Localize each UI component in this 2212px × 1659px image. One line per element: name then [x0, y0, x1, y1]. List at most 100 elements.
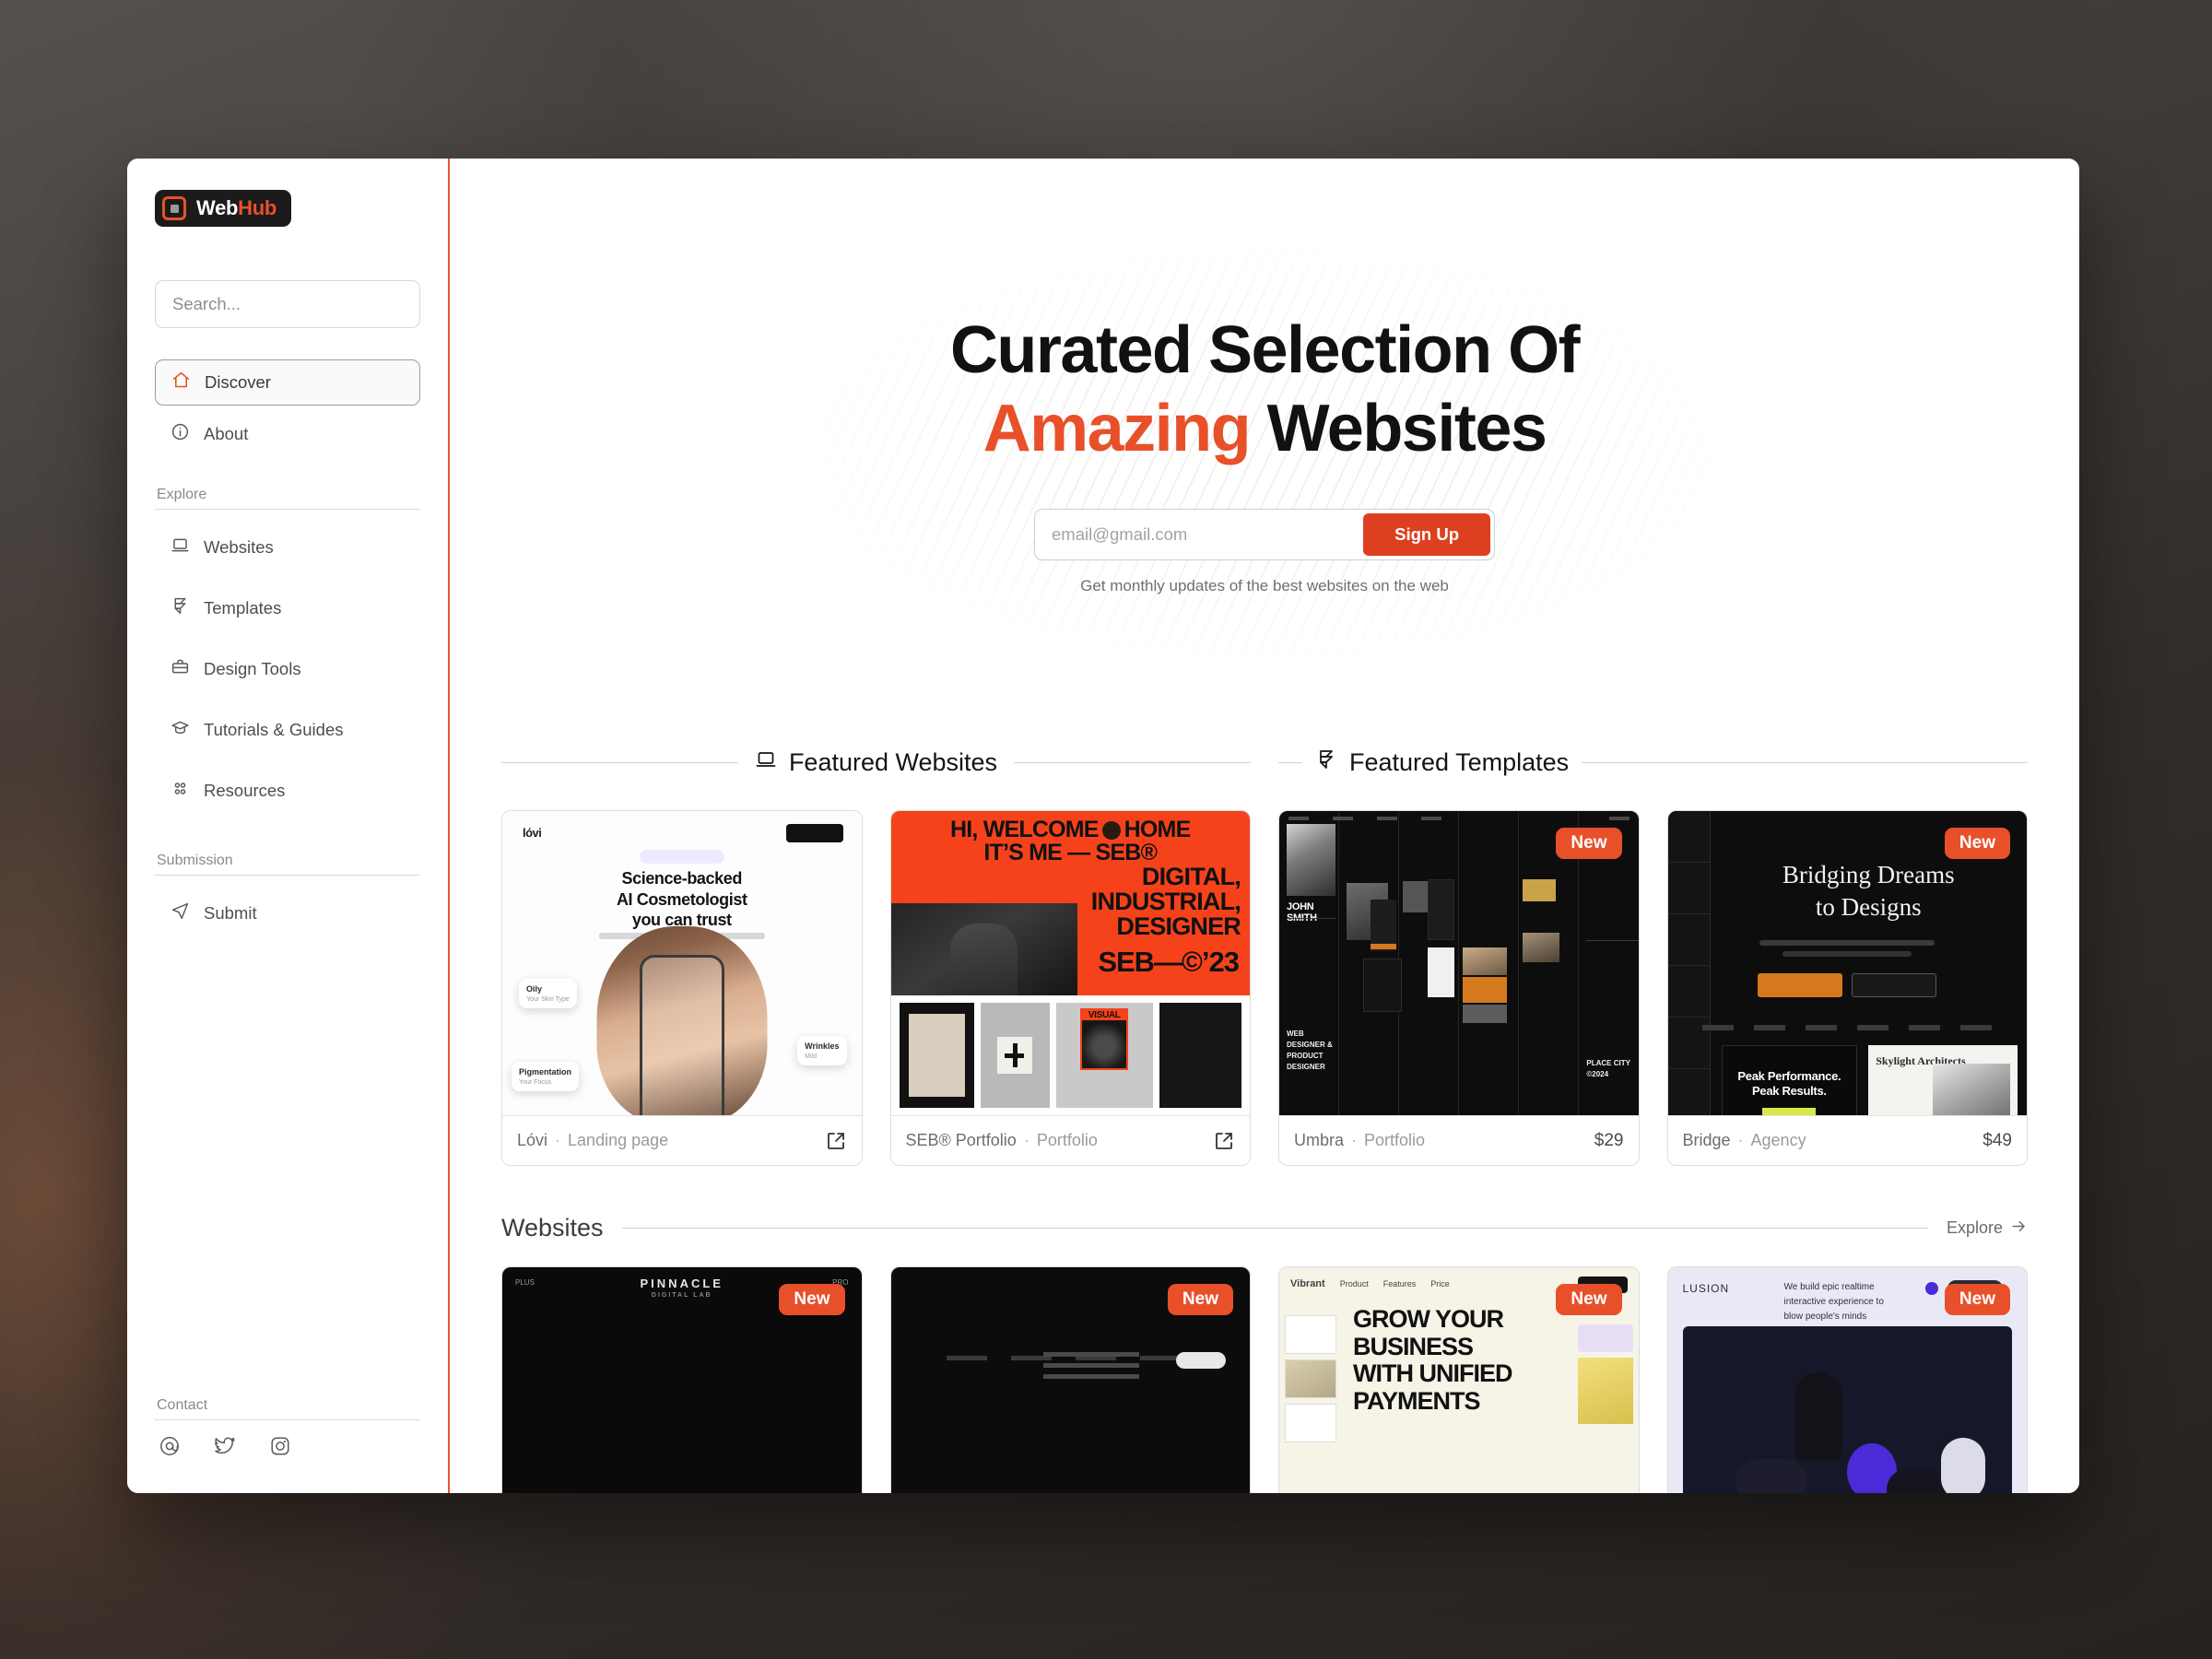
preview-line: IT’S ME — SEB®	[983, 840, 1158, 865]
framer-icon	[171, 596, 190, 620]
sidebar-group-label-explore: Explore	[157, 487, 207, 502]
preview-3d-stage	[1682, 1326, 2012, 1493]
divider	[1014, 762, 1251, 763]
newsletter-note: Get monthly updates of the best websites…	[1080, 576, 1449, 594]
preview-logo-strip	[1702, 1025, 1993, 1030]
laptop-icon	[171, 535, 190, 559]
sidebar-item-label: Tutorials & Guides	[204, 720, 344, 739]
card-title: Umbra	[1294, 1131, 1345, 1149]
website-card-seb-portfolio[interactable]: HI, WELCOME HOME IT’S ME — SEB® DIGITAL, I…	[889, 810, 1251, 1166]
preview-pill	[639, 850, 724, 864]
status-badge: New	[1167, 1284, 1233, 1315]
preview-poster-label: VISUAL	[1082, 1010, 1127, 1020]
preview-tile: VISUAL	[1055, 1003, 1153, 1108]
email-at-icon[interactable]	[159, 1435, 181, 1462]
preview-dot	[1925, 1282, 1938, 1295]
signup-button[interactable]: Sign Up	[1363, 512, 1490, 556]
card-price: $29	[1594, 1130, 1624, 1150]
preview-nav: Vibrant Product Features Price	[1290, 1278, 1450, 1289]
card-title: SEB® Portfolio	[905, 1131, 1017, 1149]
card-separator: ·	[1737, 1131, 1744, 1149]
external-link-icon[interactable]	[1213, 1130, 1235, 1152]
sidebar-item-resources[interactable]: Resources	[155, 768, 420, 814]
preview-brand: LUSION	[1682, 1282, 1730, 1295]
website-card-pinnacle[interactable]: PLUS PRO PINNACLEDIGITAL LAB STREAMLINED…	[501, 1266, 863, 1493]
preview-portrait	[1287, 824, 1335, 896]
sidebar-item-label: Discover	[205, 372, 271, 392]
preview-person-name: JOHN SMITH	[1287, 901, 1317, 924]
search-placeholder-text: Search...	[172, 294, 241, 313]
website-card-lovi[interactable]: lóvi Science-backed AI Cosmetologist you c…	[501, 810, 863, 1166]
logo-square-icon	[162, 196, 186, 220]
grid-dots-icon	[171, 779, 190, 803]
card-category: Agency	[1750, 1131, 1806, 1149]
divider	[155, 875, 420, 876]
preview-portrait	[890, 903, 1078, 995]
featured-websites-header: Featured Websites	[501, 748, 1251, 777]
card-separator: ·	[555, 1131, 561, 1149]
sidebar-item-submit[interactable]: Submit	[155, 890, 420, 936]
website-card-lusion[interactable]: LUSION We build epic realtime interactive…	[1666, 1266, 2028, 1493]
instagram-icon[interactable]	[269, 1435, 291, 1462]
template-card-bridge[interactable]: Bridging Dreams to Designs Peak Performan…	[1666, 810, 2028, 1166]
preview-subtext	[1783, 951, 1912, 957]
website-card-multi-discipline[interactable]: MULTI DISCIPLIN New	[889, 1266, 1251, 1493]
featured-cards-row: lóvi Science-backed AI Cosmetologist you c…	[450, 777, 2079, 1166]
website-card-vibrant[interactable]: Vibrant Product Features Price GROW YOUR BUS…	[1278, 1266, 1640, 1493]
sidebar-item-label: Websites	[204, 537, 274, 557]
card-preview: PLUS PRO PINNACLEDIGITAL LAB STREAMLINED…	[502, 1267, 862, 1493]
preview-headline: GROW YOUR BUSINESS WITH UNIFIED PAYMENTS	[1353, 1305, 1512, 1416]
template-card-umbra[interactable]: JOHN SMITH WEB DESIGNER & PRODUCT DESIGNE…	[1278, 810, 1640, 1166]
card-preview: HI, WELCOME HOME IT’S ME — SEB® DIGITAL, I…	[890, 811, 1251, 1115]
sidebar-item-label: Resources	[204, 781, 286, 800]
preview-tile	[981, 1003, 1050, 1108]
sidebar: WebHub Search... Discover About Explore	[127, 159, 450, 1493]
explore-link[interactable]: Explore	[1947, 1218, 2028, 1240]
card-preview: Vibrant Product Features Price GROW YOUR BUS…	[1279, 1267, 1639, 1493]
external-link-icon[interactable]	[825, 1130, 847, 1152]
sidebar-group-label-submission: Submission	[157, 853, 233, 868]
sidebar-item-tutorials-guides[interactable]: Tutorials & Guides	[155, 707, 420, 753]
main-content: Curated Selection Of Amazing Websites Si…	[450, 159, 2079, 1493]
sidebar-item-label: Design Tools	[204, 659, 301, 678]
email-field[interactable]	[1039, 512, 1364, 556]
card-footer: Bridge · Agency $49	[1667, 1115, 2027, 1165]
twitter-icon[interactable]	[214, 1435, 236, 1462]
sidebar-item-about[interactable]: About	[155, 411, 420, 457]
page-title: Curated Selection Of Amazing Websites	[950, 312, 1581, 468]
contact-block: Contact	[155, 1373, 420, 1493]
preview-tile-grid: VISUAL	[891, 995, 1251, 1115]
sidebar-item-discover[interactable]: Discover	[155, 359, 420, 406]
explore-link-label: Explore	[1946, 1218, 2003, 1237]
sidebar-item-websites[interactable]: Websites	[155, 524, 420, 571]
card-footer: Umbra · Portfolio $29	[1279, 1115, 1639, 1165]
section-title-text: Featured Websites	[788, 748, 998, 776]
app-logo[interactable]: WebHub	[155, 190, 292, 227]
app-window: WebHub Search... Discover About Explore	[127, 159, 2079, 1493]
featured-headers: Featured Websites Featured Templates	[450, 748, 2079, 777]
search-input[interactable]: Search...	[155, 280, 420, 328]
preview-hero: HI, WELCOME HOME IT’S ME — SEB® DIGITAL, I…	[890, 811, 1250, 995]
preview-tile	[1159, 1003, 1241, 1108]
card-preview: lóvi Science-backed AI Cosmetologist you c…	[502, 811, 862, 1115]
preview-subtext	[1759, 940, 1936, 946]
divider	[621, 1228, 1928, 1229]
card-preview: JOHN SMITH WEB DESIGNER & PRODUCT DESIGNE…	[1279, 811, 1639, 1115]
card-category: Portfolio	[1364, 1131, 1426, 1149]
status-badge: New	[779, 1284, 845, 1315]
preview-card: Peak Performance. Peak Results.	[1721, 1045, 1858, 1115]
sidebar-item-design-tools[interactable]: Design Tools	[155, 646, 420, 692]
graduation-cap-icon	[171, 718, 190, 742]
card-footer: SEB® Portfolio · Portfolio	[890, 1115, 1250, 1165]
section-title: Featured Templates	[1315, 748, 1569, 777]
section-title-text: Featured Templates	[1349, 748, 1570, 776]
status-badge: New	[1556, 828, 1622, 859]
preview-topbar	[1279, 811, 1639, 826]
sidebar-explore-list: Websites Templates Design Tools Tutorial…	[155, 524, 420, 829]
preview-signature: SEB—©’23	[1098, 946, 1240, 978]
sidebar-item-templates[interactable]: Templates	[155, 585, 420, 631]
preview-column	[1339, 811, 1403, 1115]
preview-phone-frame	[639, 955, 724, 1115]
status-badge: New	[1556, 1284, 1622, 1315]
card-preview: Bridging Dreams to Designs Peak Performan…	[1667, 811, 2027, 1115]
